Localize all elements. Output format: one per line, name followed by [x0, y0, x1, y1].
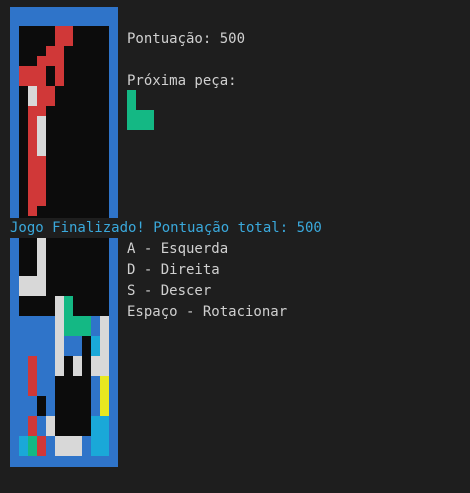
board-block-cyan	[91, 336, 100, 356]
board-block-white	[73, 436, 82, 456]
board-block-blue	[64, 336, 73, 356]
control-down: S - Descer	[127, 283, 212, 299]
board-block-red	[19, 66, 28, 86]
board-block-blue	[46, 396, 55, 416]
board-block-blue	[91, 316, 100, 336]
game-over-banner: Jogo Finalizado! Pontuação total: 500	[10, 218, 470, 238]
board-block-red	[37, 156, 46, 206]
board-block-blue	[19, 316, 28, 436]
board-block-white	[55, 296, 64, 376]
board-block-blue	[73, 336, 82, 356]
board-block-red	[55, 26, 64, 46]
control-rotate: Espaço - Rotacionar	[127, 304, 288, 320]
board-block-red	[37, 76, 46, 116]
board-block-white	[100, 316, 109, 336]
board-block-red	[55, 46, 64, 86]
game-over-text: Jogo Finalizado! Pontuação total: 500	[10, 220, 322, 236]
board-block-white	[28, 276, 37, 296]
board-block-green	[28, 436, 37, 456]
board-block-white	[46, 416, 55, 436]
preview-block	[127, 90, 136, 110]
board-block-cyan	[100, 436, 109, 456]
board-block-green	[82, 316, 91, 336]
board-block-red	[46, 86, 55, 106]
board-block-white	[91, 356, 100, 376]
board-block-red	[64, 26, 73, 46]
next-piece-label: Próxima peça:	[127, 73, 237, 89]
board-block-red	[37, 436, 46, 456]
board-block-white	[100, 336, 109, 376]
board-block-blue	[37, 336, 46, 396]
board-block-blue	[82, 436, 91, 456]
board-block-blue	[37, 316, 46, 336]
board-block-white	[19, 276, 28, 296]
board-block-cyan	[91, 436, 100, 456]
board-block-green	[73, 316, 82, 336]
board-block-blue	[46, 436, 55, 456]
board-block-cyan	[91, 416, 100, 436]
board-block-blue	[28, 316, 37, 356]
board-block-white	[55, 436, 64, 456]
board-block-white	[28, 86, 37, 106]
board-block-green	[64, 296, 73, 316]
control-right: D - Direita	[127, 262, 220, 278]
board-block-green	[64, 316, 73, 336]
preview-block	[136, 110, 145, 130]
board-block-red	[28, 66, 37, 86]
board-block-white	[37, 116, 46, 156]
board-block-red	[28, 356, 37, 396]
board-block-cyan	[100, 416, 109, 436]
board-block-yellow	[100, 376, 109, 416]
board-block-white	[37, 236, 46, 296]
board-block-red	[28, 416, 37, 436]
board-block-white	[73, 356, 82, 376]
terminal-window: Pontuação: 500 Próxima peça: Jogo Finali…	[0, 0, 470, 493]
board-block-red	[46, 46, 55, 66]
board-block-blue	[46, 316, 55, 396]
board-block-red	[28, 106, 37, 146]
board-block-red	[28, 146, 37, 216]
control-left: A - Esquerda	[127, 241, 229, 257]
board-block-blue	[28, 396, 37, 416]
preview-block	[145, 110, 154, 130]
preview-block	[127, 110, 136, 130]
board-block-blue	[37, 416, 46, 436]
score-text: Pontuação: 500	[127, 31, 246, 47]
board-block-white	[64, 436, 73, 456]
board-block-red	[37, 56, 46, 76]
board-block-cyan	[19, 436, 28, 456]
